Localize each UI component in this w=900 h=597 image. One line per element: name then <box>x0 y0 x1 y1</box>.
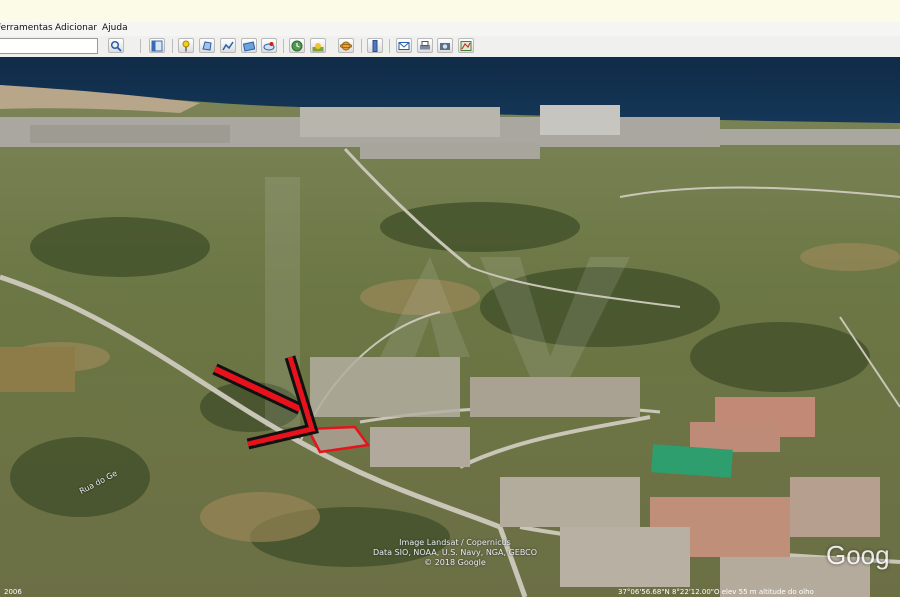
menu-ajuda[interactable]: Ajuda <box>102 23 128 33</box>
tour-icon <box>263 41 275 50</box>
map-icon <box>460 40 472 51</box>
toolbar-separator <box>172 39 173 53</box>
save-image-button[interactable] <box>437 38 453 53</box>
imagery-attribution: Image Landsat / Copernicus Data SIO, NOA… <box>372 538 538 567</box>
toolbar <box>0 36 900 58</box>
add-placemark-button[interactable] <box>178 38 194 53</box>
pushpin-icon <box>182 40 190 51</box>
add-polygon-button[interactable] <box>199 38 215 53</box>
print-button[interactable] <box>417 38 433 53</box>
email-button[interactable] <box>396 38 412 53</box>
menu-ferramentas[interactable]: Ferramentas <box>0 23 53 33</box>
ruler-button[interactable] <box>367 38 383 53</box>
toolbar-separator <box>283 39 284 53</box>
vineyard <box>0 347 75 392</box>
aerial-imagery[interactable] <box>0 57 900 597</box>
overlay-icon <box>243 40 255 52</box>
toolbar-separator <box>361 39 362 53</box>
sun-icon <box>312 42 324 51</box>
ruler-icon <box>372 39 378 52</box>
map-viewport[interactable] <box>0 57 900 597</box>
menu-adicionar[interactable]: Adicionar <box>55 23 97 33</box>
imagery-year: 2006 <box>4 588 22 596</box>
sidebar-icon <box>151 40 163 51</box>
status-bar-coordinates: 37°06'56.68"N 8°22'12.00"O elev 55 m alt… <box>618 588 814 596</box>
historical-imagery-button[interactable] <box>289 38 305 53</box>
envelope-icon <box>398 41 410 50</box>
sports-field <box>651 444 733 478</box>
switch-sky-button[interactable] <box>338 38 354 53</box>
magnifier-icon <box>110 40 122 52</box>
clock-icon <box>291 40 303 51</box>
toolbar-separator <box>389 39 390 53</box>
printer-icon <box>420 40 430 49</box>
add-path-button[interactable] <box>220 38 236 53</box>
planet-icon <box>340 41 352 50</box>
camera-icon <box>440 42 450 50</box>
view-in-maps-button[interactable] <box>458 38 474 53</box>
google-logo: Goog <box>826 540 890 570</box>
path-icon <box>222 41 234 50</box>
search-button[interactable] <box>108 38 124 53</box>
window-title-strip <box>0 0 900 23</box>
toolbar-separator <box>140 39 141 53</box>
sunlight-button[interactable] <box>310 38 326 53</box>
polygon-icon <box>202 40 212 51</box>
menu-bar: Ferramentas Adicionar Ajuda <box>0 22 900 36</box>
record-tour-button[interactable] <box>261 38 277 53</box>
search-input[interactable] <box>0 38 98 54</box>
add-image-overlay-button[interactable] <box>241 38 257 53</box>
sidebar-toggle-button[interactable] <box>149 38 165 53</box>
